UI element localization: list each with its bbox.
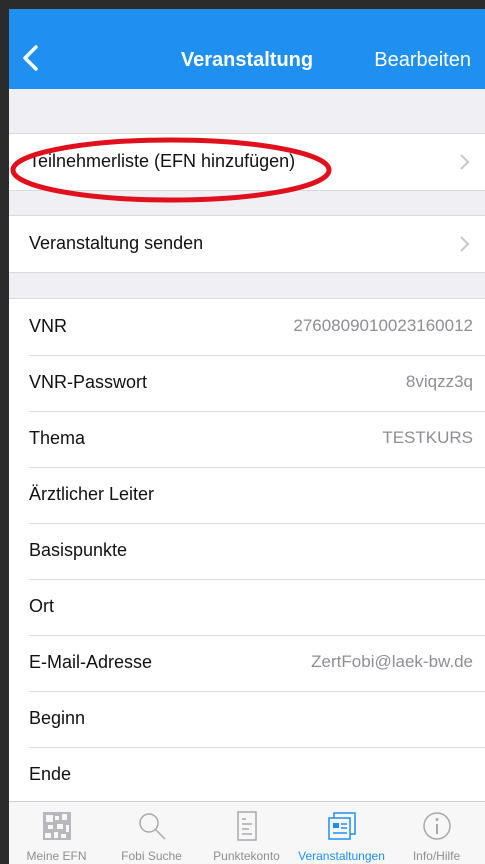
- detail-row-vnr[interactable]: VNR 2760809010023160012: [9, 299, 485, 355]
- detail-label: Ende: [29, 764, 72, 784]
- detail-value: ZertFobi@laek-bw.de: [311, 652, 473, 671]
- tab-veranstaltungen[interactable]: Veranstaltungen: [294, 802, 389, 864]
- tab-bar: Meine EFN Fobi Suche Punktekonto Veranst…: [9, 801, 485, 864]
- tab-fobi-suche[interactable]: Fobi Suche: [104, 802, 199, 864]
- detail-row-location[interactable]: Ort: [9, 579, 485, 635]
- detail-row-medical-director[interactable]: Ärztlicher Leiter: [9, 467, 485, 523]
- detail-row-topic[interactable]: Thema TESTKURS: [9, 411, 485, 467]
- detail-label: E-Mail-Adresse: [29, 652, 153, 672]
- send-event-group: Veranstaltung senden: [9, 215, 485, 273]
- tab-meine-efn[interactable]: Meine EFN: [9, 802, 104, 864]
- info-icon: [423, 812, 451, 840]
- search-icon: [139, 813, 166, 840]
- detail-row-start[interactable]: Beginn: [9, 691, 485, 747]
- detail-value: 2760809010023160012: [293, 316, 473, 335]
- tab-info-hilfe[interactable]: Info/Hilfe: [389, 802, 484, 864]
- app-screen: Veranstaltung Bearbeiten Teilnehmerliste…: [9, 9, 485, 864]
- edit-button[interactable]: Bearbeiten: [374, 49, 471, 72]
- event-details-list: VNR 2760809010023160012 VNR-Passwort 8vi…: [9, 298, 485, 804]
- send-event-label: Veranstaltung senden: [29, 233, 204, 253]
- tab-label: Meine EFN: [26, 849, 87, 863]
- tab-label: Punktekonto: [213, 849, 280, 863]
- participant-list-row[interactable]: Teilnehmerliste (EFN hinzufügen): [9, 134, 485, 190]
- tab-punktekonto[interactable]: Punktekonto: [199, 802, 294, 864]
- barcode-icon: [43, 812, 71, 840]
- detail-row-base-points[interactable]: Basispunkte: [9, 523, 485, 579]
- detail-value: TESTKURS: [382, 428, 473, 447]
- detail-label: Beginn: [29, 708, 86, 728]
- participant-list-label: Teilnehmerliste (EFN hinzufügen): [29, 151, 296, 171]
- tab-label: Veranstaltungen: [298, 849, 385, 863]
- chevron-right-icon: [460, 236, 470, 252]
- document-icon: [237, 811, 257, 841]
- event-list-icon: [328, 812, 356, 840]
- send-event-row[interactable]: Veranstaltung senden: [9, 216, 485, 272]
- detail-label: Basispunkte: [29, 540, 128, 560]
- navigation-bar: Veranstaltung Bearbeiten: [9, 9, 485, 89]
- detail-row-end[interactable]: Ende: [9, 747, 485, 803]
- detail-value: 8viqzz3q: [405, 372, 473, 391]
- detail-label: Ärztlicher Leiter: [29, 484, 155, 504]
- detail-label: VNR-Passwort: [29, 372, 148, 392]
- tab-label: Info/Hilfe: [412, 849, 461, 863]
- detail-label: Thema: [29, 428, 86, 448]
- detail-row-vnr-password[interactable]: VNR-Passwort 8viqzz3q: [9, 355, 485, 411]
- tab-label: Fobi Suche: [121, 849, 182, 863]
- chevron-right-icon: [460, 154, 470, 170]
- detail-row-email[interactable]: E-Mail-Adresse ZertFobi@laek-bw.de: [9, 635, 485, 691]
- participant-list-group: Teilnehmerliste (EFN hinzufügen): [9, 133, 485, 191]
- detail-label: Ort: [29, 596, 54, 616]
- detail-label: VNR: [29, 316, 68, 336]
